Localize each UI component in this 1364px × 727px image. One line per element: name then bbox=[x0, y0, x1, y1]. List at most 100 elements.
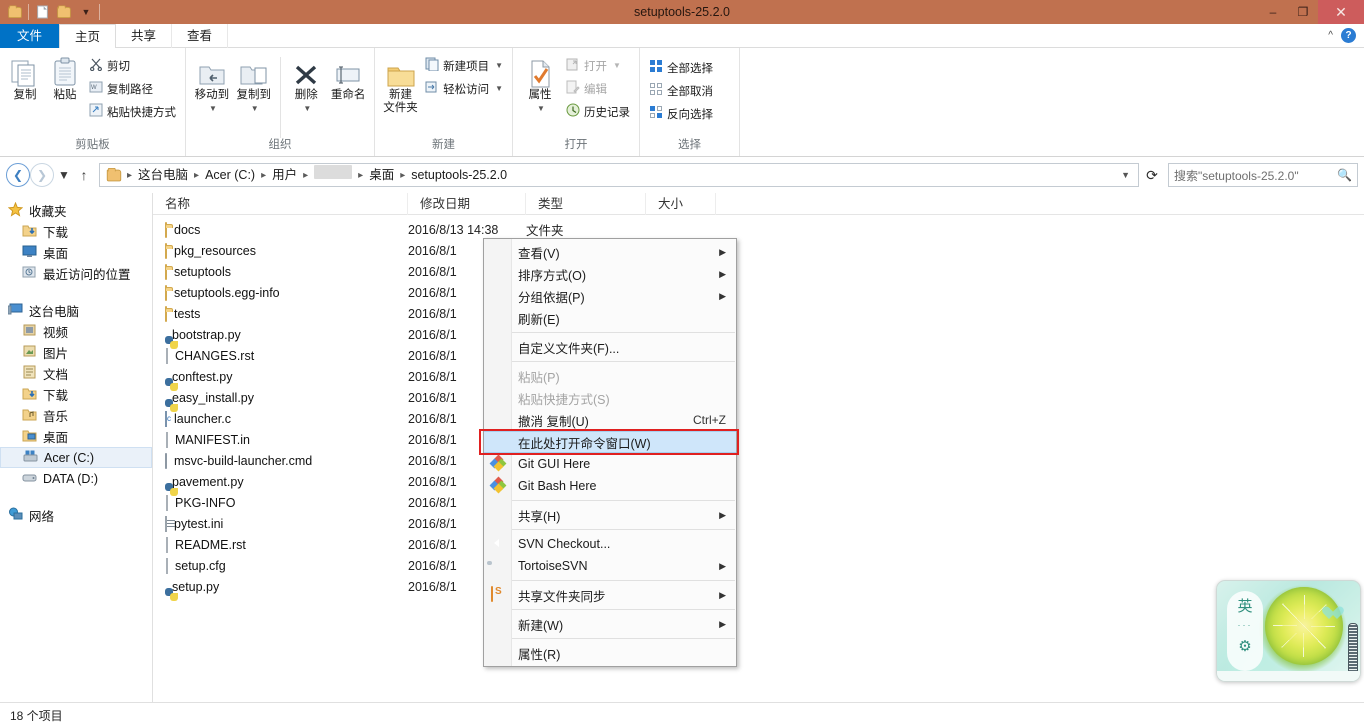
sidebar-header-favorites[interactable]: 收藏夹 bbox=[0, 200, 152, 221]
file-name-cell[interactable]: easy_install.py bbox=[153, 391, 408, 405]
sidebar-item-videos[interactable]: 视频 bbox=[0, 321, 152, 342]
context-menu-item[interactable]: 共享文件夹同步▶ bbox=[484, 584, 736, 606]
context-menu-item[interactable]: 新建(W)▶ bbox=[484, 613, 736, 635]
file-name-cell[interactable]: bootstrap.py bbox=[153, 328, 408, 342]
context-menu-item[interactable]: 自定义文件夹(F)... bbox=[484, 336, 736, 358]
file-name-cell[interactable]: README.rst bbox=[153, 538, 408, 552]
refresh-icon[interactable]: ⟳ bbox=[1139, 163, 1165, 187]
gear-icon[interactable]: ⚙ bbox=[1238, 637, 1251, 655]
sidebar-item-data-d[interactable]: DATA (D:) bbox=[0, 468, 152, 489]
properties-caret-icon[interactable]: ▼ bbox=[537, 102, 545, 115]
ime-pill[interactable]: 英 ··· ⚙ bbox=[1227, 591, 1263, 671]
context-menu-item[interactable]: 查看(V)▶ bbox=[484, 241, 736, 263]
file-name-cell[interactable]: msvc-build-launcher.cmd bbox=[153, 454, 408, 468]
file-name-cell[interactable]: setuptools bbox=[153, 265, 408, 279]
table-row[interactable]: easy_install.py2016/8/1 bbox=[153, 387, 1364, 408]
context-menu-item-highlighted[interactable]: 在此处打开命令窗口(W) bbox=[484, 431, 736, 453]
drag-handle-icon[interactable] bbox=[1348, 623, 1358, 678]
new-item-button[interactable]: 新建项目 ▼ bbox=[422, 55, 506, 76]
context-menu-item[interactable]: 共享(H)▶ bbox=[484, 504, 736, 526]
table-row[interactable]: pavement.py2016/8/1 bbox=[153, 471, 1364, 492]
table-row[interactable]: msvc-build-launcher.cmd2016/8/1 bbox=[153, 450, 1364, 471]
easy-access-button[interactable]: 轻松访问 ▼ bbox=[422, 78, 506, 99]
sidebar-item-recent-places[interactable]: 最近访问的位置 bbox=[0, 263, 152, 284]
sidebar-header-this-pc[interactable]: 这台电脑 bbox=[0, 300, 152, 321]
table-row[interactable]: setuptools2016/8/1 bbox=[153, 261, 1364, 282]
sidebar-header-network[interactable]: 网络 bbox=[0, 505, 152, 526]
breadcrumb-item-2[interactable]: 用户 bbox=[268, 164, 301, 186]
file-name-cell[interactable]: setup.py bbox=[153, 580, 408, 594]
qat-properties-icon[interactable] bbox=[31, 1, 53, 23]
move-to-button[interactable]: 移动到 ▼ bbox=[192, 53, 232, 117]
file-name-cell[interactable]: setup.cfg bbox=[153, 559, 408, 573]
invert-selection-button[interactable]: 反向选择 bbox=[646, 103, 716, 124]
file-name-cell[interactable]: tests bbox=[153, 307, 408, 321]
table-row[interactable]: bootstrap.py2016/8/1 bbox=[153, 324, 1364, 345]
history-button[interactable]: 历史记录 bbox=[563, 101, 633, 122]
table-row[interactable]: launcher.c2016/8/1 bbox=[153, 408, 1364, 429]
file-name-cell[interactable]: pkg_resources bbox=[153, 244, 408, 258]
recent-locations-caret-icon[interactable]: ▼ bbox=[54, 163, 74, 187]
tab-view[interactable]: 查看 bbox=[172, 24, 228, 48]
ime-floating-bar[interactable]: 英 ··· ⚙ bbox=[1216, 580, 1361, 682]
table-row[interactable]: conftest.py2016/8/1 bbox=[153, 366, 1364, 387]
file-name-cell[interactable]: launcher.c bbox=[153, 412, 408, 426]
breadcrumb-item-0[interactable]: 这台电脑 bbox=[134, 164, 192, 186]
context-menu-item[interactable]: TortoiseSVN▶ bbox=[484, 555, 736, 577]
file-name-cell[interactable]: setuptools.egg-info bbox=[153, 286, 408, 300]
file-name-cell[interactable]: docs bbox=[153, 223, 408, 237]
table-row[interactable]: CHANGES.rst2016/8/1 bbox=[153, 345, 1364, 366]
file-name-cell[interactable]: pytest.ini bbox=[153, 517, 408, 531]
rename-button[interactable]: 重命名 bbox=[328, 53, 368, 104]
sidebar-item-acer-c[interactable]: Acer (C:) bbox=[0, 447, 152, 468]
chevron-down-icon[interactable]: ▼ bbox=[1121, 170, 1134, 180]
table-row[interactable]: tests2016/8/1 bbox=[153, 303, 1364, 324]
table-row[interactable]: README.rst2016/8/1 bbox=[153, 534, 1364, 555]
cut-button[interactable]: 剪切 bbox=[86, 55, 179, 76]
qat-customize-caret-icon[interactable]: ▼ bbox=[75, 1, 97, 23]
ime-language-label[interactable]: 英 bbox=[1237, 597, 1252, 617]
table-row[interactable]: setup.py2016/8/1 bbox=[153, 576, 1364, 597]
context-menu-item[interactable]: 排序方式(O)▶ bbox=[484, 263, 736, 285]
context-menu-item[interactable]: 属性(R) bbox=[484, 642, 736, 664]
sidebar-item-desktop-2[interactable]: 桌面 bbox=[0, 426, 152, 447]
delete-button[interactable]: 删除 ▼ bbox=[286, 53, 326, 117]
breadcrumb-item-1[interactable]: Acer (C:) bbox=[201, 164, 259, 186]
sidebar-item-documents[interactable]: 文档 bbox=[0, 363, 152, 384]
sidebar-item-music[interactable]: 音乐 bbox=[0, 405, 152, 426]
table-row[interactable]: setup.cfg2016/8/1 bbox=[153, 555, 1364, 576]
column-header-date[interactable]: 修改日期 bbox=[408, 193, 526, 215]
context-menu-item[interactable]: SVN Checkout... bbox=[484, 533, 736, 555]
easy-access-caret-icon[interactable]: ▼ bbox=[495, 84, 503, 93]
file-name-cell[interactable]: pavement.py bbox=[153, 475, 408, 489]
copy-to-caret-icon[interactable]: ▼ bbox=[251, 102, 259, 115]
tab-home[interactable]: 主页 bbox=[59, 24, 116, 48]
breadcrumb-item-5[interactable]: setuptools-25.2.0 bbox=[407, 164, 511, 186]
properties-button[interactable]: 属性 ▼ bbox=[519, 53, 561, 117]
breadcrumb-item-3-redacted[interactable] bbox=[310, 164, 356, 186]
tab-file[interactable]: 文件 bbox=[0, 24, 59, 48]
chevron-up-icon[interactable]: ^ bbox=[1328, 30, 1333, 41]
open-caret-icon[interactable]: ▼ bbox=[613, 61, 621, 70]
file-name-cell[interactable]: MANIFEST.in bbox=[153, 433, 408, 447]
paste-button[interactable]: 粘贴 bbox=[46, 53, 84, 104]
breadcrumb-item-4[interactable]: 桌面 bbox=[365, 164, 398, 186]
minimize-button[interactable]: – bbox=[1258, 0, 1288, 24]
column-header-name[interactable]: 名称 bbox=[153, 193, 408, 215]
copy-to-button[interactable]: 复制到 ▼ bbox=[234, 53, 274, 117]
table-row[interactable]: MANIFEST.in2016/8/1 bbox=[153, 429, 1364, 450]
file-name-cell[interactable]: CHANGES.rst bbox=[153, 349, 408, 363]
context-menu[interactable]: 查看(V)▶排序方式(O)▶分组依据(P)▶刷新(E)自定义文件夹(F)...粘… bbox=[483, 238, 737, 667]
delete-caret-icon[interactable]: ▼ bbox=[303, 102, 311, 115]
copy-button[interactable]: 复制 bbox=[6, 53, 44, 104]
copy-path-button[interactable]: W 复制路径 bbox=[86, 78, 179, 99]
context-menu-item[interactable]: 分组依据(P)▶ bbox=[484, 285, 736, 307]
restore-button[interactable]: ❐ bbox=[1288, 0, 1318, 24]
edit-button[interactable]: 编辑 bbox=[563, 78, 633, 99]
table-row[interactable]: pkg_resources2016/8/1 bbox=[153, 240, 1364, 261]
table-row[interactable]: pytest.ini2016/8/1 bbox=[153, 513, 1364, 534]
search-input[interactable]: 搜索"setuptools-25.2.0" 🔍 bbox=[1168, 163, 1358, 187]
tab-share[interactable]: 共享 bbox=[116, 24, 172, 48]
sidebar-item-downloads-2[interactable]: 下载 bbox=[0, 384, 152, 405]
select-all-button[interactable]: 全部选择 bbox=[646, 57, 716, 78]
